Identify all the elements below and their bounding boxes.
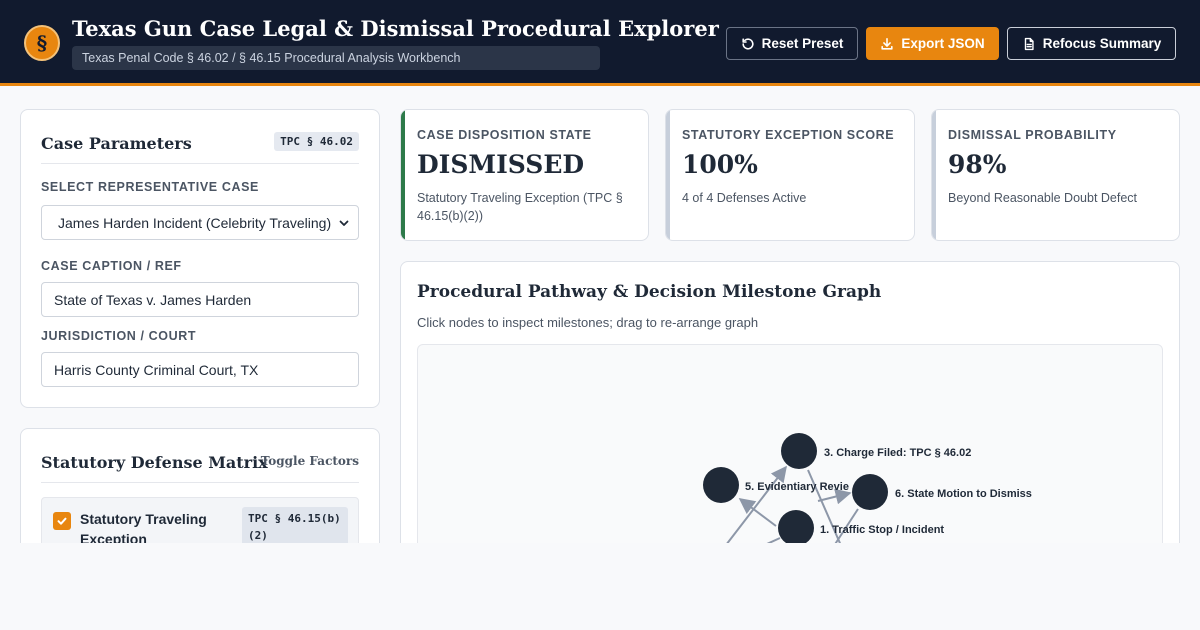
metric-subtext: Beyond Reasonable Doubt Defect — [948, 191, 1138, 205]
case-select-value: James Harden Incident (Celebrity Traveli… — [58, 214, 332, 231]
page-background — [0, 543, 1200, 630]
app-header: § Texas Gun Case Legal & Dismissal Proce… — [0, 0, 1200, 86]
chevron-down-icon — [339, 220, 349, 226]
jurisdiction-label: JURISDICTION / COURT — [41, 329, 197, 343]
reset-preset-label: Reset Preset — [761, 36, 844, 51]
section-sign-logo-icon: § — [24, 25, 60, 61]
metric-label: DISMISSAL PROBABILITY — [948, 128, 1117, 142]
case-caption-value: State of Texas v. James Harden — [54, 291, 252, 308]
metric-label: CASE DISPOSITION STATE — [417, 128, 592, 142]
download-icon — [881, 37, 893, 50]
case-parameters-title: Case Parameters — [41, 134, 192, 153]
metric-value: 98% — [948, 150, 1007, 179]
graph-subtitle: Click nodes to inspect milestones; drag … — [417, 315, 759, 330]
graph-node-label: 3. Charge Filed: TPC § 46.02 — [824, 447, 971, 459]
procedural-pathway-graph-card: Procedural Pathway & Decision Milestone … — [400, 261, 1180, 581]
case-caption-input[interactable]: State of Texas v. James Harden — [41, 282, 359, 317]
defense-checkbox[interactable] — [53, 512, 71, 530]
app-subtitle: Texas Penal Code § 46.02 / § 46.15 Proce… — [72, 46, 600, 70]
reset-preset-button[interactable]: Reset Preset — [726, 27, 858, 60]
export-json-label: Export JSON — [901, 36, 985, 51]
dismissal-probability-card: DISMISSAL PROBABILITY 98% Beyond Reasona… — [931, 109, 1180, 241]
metric-subtext: 4 of 4 Defenses Active — [682, 191, 807, 205]
export-json-button[interactable]: Export JSON — [866, 27, 999, 60]
graph-node[interactable]: 5. Evidentiary Revie — [703, 467, 849, 503]
graph-node-label: 6. State Motion to Dismiss — [895, 488, 1032, 500]
case-caption-label: CASE CAPTION / REF — [41, 259, 182, 273]
checkmark-icon — [57, 517, 67, 525]
graph-title: Procedural Pathway & Decision Milestone … — [417, 282, 882, 302]
statutory-exception-score-card: STATUTORY EXCEPTION SCORE 100% 4 of 4 De… — [665, 109, 915, 241]
refocus-summary-label: Refocus Summary — [1042, 36, 1162, 51]
graph-node[interactable]: 3. Charge Filed: TPC § 46.02 — [781, 433, 971, 469]
statute-tag: TPC § 46.02 — [274, 132, 359, 151]
jurisdiction-value: Harris County Criminal Court, TX — [54, 361, 259, 378]
metric-value: 100% — [682, 150, 758, 179]
app-title: Texas Gun Case Legal & Dismissal Procedu… — [72, 16, 719, 41]
toggle-factors-link[interactable]: Toggle Factors — [261, 454, 359, 468]
defense-statute-tag: TPC § 46.15(b)(2) — [242, 507, 348, 547]
document-icon — [1024, 37, 1034, 50]
graph-node[interactable]: 1. Traffic Stop / Incident — [778, 510, 944, 546]
reset-icon — [741, 37, 754, 50]
jurisdiction-input[interactable]: Harris County Criminal Court, TX — [41, 352, 359, 387]
divider — [41, 482, 359, 483]
refocus-summary-button[interactable]: Refocus Summary — [1007, 27, 1176, 60]
graph-edge — [817, 488, 852, 505]
case-disposition-card: CASE DISPOSITION STATE DISMISSED Statuto… — [400, 109, 649, 241]
metric-value: DISMISSED — [417, 150, 585, 179]
divider — [41, 163, 359, 164]
metric-subtext: Statutory Traveling Exception (TPC § 46.… — [417, 191, 623, 223]
graph-node-label: 5. Evidentiary Revie — [745, 481, 849, 493]
case-select-label: SELECT REPRESENTATIVE CASE — [41, 180, 259, 194]
case-parameters-card: Case Parameters TPC § 46.02 SELECT REPRE… — [20, 109, 380, 408]
defense-matrix-title: Statutory Defense Matrix — [41, 453, 268, 472]
case-select[interactable]: James Harden Incident (Celebrity Traveli… — [41, 205, 359, 240]
graph-node-label: 1. Traffic Stop / Incident — [820, 524, 944, 536]
graph-node[interactable]: 6. State Motion to Dismiss — [852, 474, 1032, 510]
metric-label: STATUTORY EXCEPTION SCORE — [682, 128, 895, 142]
